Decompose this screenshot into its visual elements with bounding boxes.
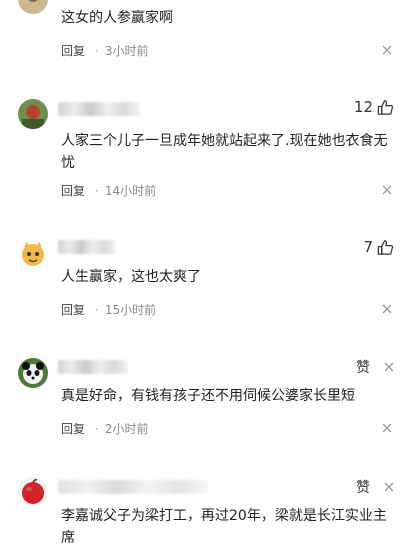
comment-meta: 回复 · 3小时前 [61,42,148,59]
user-avatar[interactable] [18,358,48,388]
separator-dot: · [95,183,99,198]
blurred-username [58,102,140,116]
blurred-username [58,480,208,494]
reply-button[interactable]: 回复 [61,301,85,318]
like-button[interactable]: 赞 [356,357,394,377]
blurred-username [58,240,116,254]
user-avatar[interactable] [18,99,48,129]
comment-text: 李嘉诚父子为梁打工，再过20年，梁就是长江实业主席 [61,508,387,546]
blurred-username [58,360,128,374]
comment-text: 这女的人参赢家啊 [61,10,173,26]
separator-dot: · [95,302,99,317]
like-button[interactable]: 7 [363,238,394,256]
close-icon[interactable] [382,45,392,55]
comment-meta: 回复 · 14小时前 [61,182,156,199]
comment-meta: 回复 · 2小时前 [61,420,148,437]
timestamp: 2小时前 [104,422,149,436]
user-avatar[interactable] [18,239,48,269]
user-avatar[interactable] [18,477,48,507]
reply-button[interactable]: 回复 [61,420,85,437]
reply-button[interactable]: 回复 [61,42,85,59]
close-icon[interactable] [382,185,392,195]
like-count: 7 [363,238,373,256]
timestamp: 15小时前 [104,303,157,317]
close-icon[interactable] [382,304,392,314]
like-label: 赞 [356,480,370,496]
thumbs-up-icon [377,239,394,255]
comment-text: 人家三个儿子一旦成年她就站起来了.现在她也衣食无忧 [61,133,388,171]
thumbs-up-icon [377,99,394,115]
close-icon[interactable] [384,482,394,492]
like-button[interactable]: 12 [354,98,394,116]
comment-meta: 回复 · 15小时前 [61,301,156,318]
timestamp: 3小时前 [104,44,149,58]
reply-button[interactable]: 回复 [61,182,85,199]
separator-dot: · [95,421,99,436]
like-label: 赞 [356,360,370,376]
like-count: 12 [353,98,373,116]
user-avatar[interactable] [18,0,48,14]
comment-text: 真是好命，有钱有孩子还不用伺候公婆家长里短 [61,388,355,404]
comment-text: 人生赢家，这也太爽了 [61,269,201,285]
like-button[interactable]: 赞 [356,477,394,497]
close-icon[interactable] [382,423,392,433]
separator-dot: · [95,43,99,58]
close-icon[interactable] [384,362,394,372]
timestamp: 14小时前 [104,184,157,198]
